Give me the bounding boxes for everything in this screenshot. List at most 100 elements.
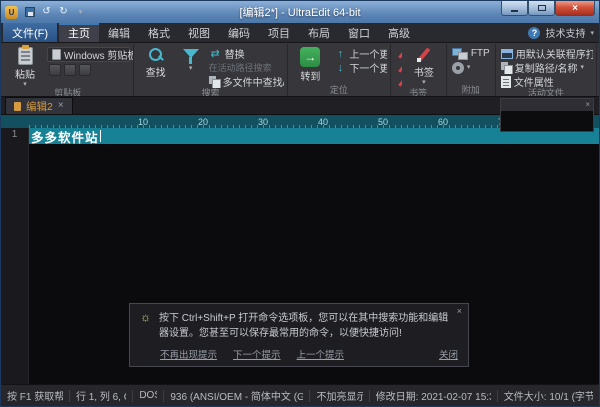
lightbulb-icon: ☼ — [140, 311, 151, 323]
tip-message: 按下 Ctrl+Shift+P 打开命令选项板，您可以在其中搜索功能和编辑器设置… — [159, 311, 458, 341]
arrow-down-icon: ↓ — [334, 62, 346, 74]
ribbon-group-clipboard: 粘贴 ▾ Windows 剪贴板 ▾ 剪贴板 — [3, 44, 134, 96]
bookmark-mini-icon — [396, 77, 400, 87]
document-tab-label: 编辑2 — [26, 99, 53, 114]
find-button[interactable]: 查找 — [137, 45, 175, 88]
bookmarks-button[interactable]: 书签 ▾ — [405, 45, 443, 88]
gear-icon — [452, 62, 464, 74]
tab-format[interactable]: 格式 — [139, 23, 179, 42]
arrow-up-icon: ↑ — [334, 48, 346, 60]
open-with-default-button[interactable]: 用默认关联程序打开 — [499, 47, 593, 60]
replace-button[interactable]: ⇄ 替换 — [207, 47, 285, 60]
previous-change-button[interactable]: ↑ 上一个更改 — [332, 47, 386, 60]
tab-window[interactable]: 窗口 — [339, 23, 379, 42]
tab-advanced[interactable]: 高级 — [379, 23, 419, 42]
delete-button[interactable] — [79, 64, 91, 76]
status-highlight-dropdown[interactable]: 不加亮显示 ▾ — [316, 388, 362, 403]
copy-path-name-label: 复制路径/名称 — [515, 61, 578, 74]
group-label-bookmarks: 书签 — [394, 88, 443, 96]
status-modified-date: 修改日期: 2021-02-07 15:31:26 — [376, 388, 491, 403]
docked-panel-body — [501, 111, 593, 131]
tab-view[interactable]: 视图 — [179, 23, 219, 42]
chevron-down-icon: ▾ — [467, 65, 471, 71]
ftp-button[interactable]: FTP ▾ — [450, 47, 492, 60]
status-divider — [132, 390, 133, 402]
qat-customize-chevron-icon[interactable]: ▾ — [74, 6, 87, 19]
next-tip-link[interactable]: 下一个提示 — [233, 347, 281, 361]
minimize-button[interactable] — [501, 1, 528, 16]
goto-button[interactable]: → 转到 — [291, 45, 329, 85]
clipboard-mini-icon — [52, 49, 61, 60]
save-button[interactable] — [23, 6, 36, 19]
find-replace-in-files-button[interactable]: 多文件中查找/替换 — [207, 75, 285, 88]
bookmark-mini-icon — [396, 49, 400, 59]
docked-panel[interactable]: × — [500, 98, 594, 132]
chevron-down-icon: ▾ — [580, 65, 584, 71]
tab-layout[interactable]: 布局 — [299, 23, 339, 42]
multi-file-icon — [209, 76, 220, 87]
copy-path-name-button[interactable]: 复制路径/名称 ▾ — [499, 61, 593, 74]
bookmark-icon — [416, 47, 431, 63]
tab-project[interactable]: 项目 — [259, 23, 299, 42]
ruler-mark: 40 — [269, 117, 329, 127]
clipboard-mini-buttons — [47, 63, 130, 77]
app-icon[interactable]: U — [5, 6, 18, 19]
tab-coding[interactable]: 编码 — [219, 23, 259, 42]
tab-home[interactable]: 主页 — [59, 23, 99, 42]
ftp-icon — [452, 48, 468, 60]
paste-button[interactable]: 粘贴 ▾ — [6, 45, 44, 88]
copy-sheets-icon — [501, 62, 512, 73]
redo-button[interactable]: ↻ — [57, 6, 70, 19]
status-caret-position: 行 1, 列 6, C0 — [76, 388, 126, 403]
status-help: 按 F1 获取帮助 — [7, 388, 63, 403]
chevron-down-icon[interactable]: ▾ — [590, 29, 594, 37]
tip-close-icon[interactable]: × — [457, 307, 462, 316]
chevron-down-icon: ▾ — [189, 66, 193, 72]
search-icon — [148, 47, 164, 63]
previous-tip-link[interactable]: 上一个提示 — [297, 347, 345, 361]
bookmark-mini-icon — [396, 63, 400, 73]
quick-access-toolbar: ↺ ↻ ▾ — [23, 6, 87, 19]
extras-tools-button[interactable]: ▾ — [450, 61, 492, 74]
maximize-button[interactable] — [528, 1, 555, 16]
search-active-path-button[interactable]: 在活动路径搜索 — [207, 61, 285, 74]
status-file-size: 文件大小: 10/1 (字节/行) — [504, 388, 593, 403]
dont-show-again-link[interactable]: 不再出现提示 — [160, 347, 217, 361]
status-encoding-dropdown[interactable]: 936 (ANSI/OEM - 简体中文 (GBK)) ▾ — [170, 388, 303, 403]
funnel-icon — [182, 47, 200, 65]
ruler-mark: 10 — [89, 117, 149, 127]
group-label-navigate: 定位 — [291, 85, 386, 96]
bookmark-prev-button[interactable] — [394, 61, 402, 74]
close-tip-link[interactable]: 关闭 — [439, 347, 458, 361]
support-label[interactable]: 技术支持 — [545, 25, 585, 40]
ruler-mark: 60 — [389, 117, 449, 127]
close-button[interactable]: × — [555, 1, 595, 16]
cut-button[interactable] — [49, 64, 61, 76]
status-line-ending[interactable]: DOS — [139, 390, 157, 401]
tab-close-icon[interactable]: × — [58, 101, 64, 111]
ribbon: 粘贴 ▾ Windows 剪贴板 ▾ 剪贴板 — [1, 43, 599, 97]
windows-clipboard-dropdown[interactable]: Windows 剪贴板 ▾ — [47, 47, 130, 62]
undo-button[interactable]: ↺ — [40, 6, 53, 19]
filter-button[interactable]: ▾ — [178, 45, 204, 88]
tab-file[interactable]: 文件(F) — [3, 23, 57, 42]
replace-label: 替换 — [225, 47, 245, 60]
ribbon-group-active-file: 用默认关联程序打开 复制路径/名称 ▾ 文件属性 活动文件 — [496, 44, 597, 96]
copy-button[interactable] — [64, 64, 76, 76]
ftp-label: FTP — [471, 48, 490, 59]
bookmark-next-button[interactable] — [394, 75, 402, 88]
file-properties-button[interactable]: 文件属性 — [499, 75, 593, 88]
tab-edit[interactable]: 编辑 — [99, 23, 139, 42]
windows-clipboard-label: Windows 剪贴板 — [64, 47, 134, 62]
bookmark-add-button[interactable] — [394, 47, 402, 60]
chevron-down-icon: ▾ — [422, 80, 426, 86]
next-change-button[interactable]: ↓ 下一个更改 — [332, 61, 386, 74]
ribbon-group-search: 查找 ▾ ⇄ 替换 在活动路径搜索 多文件中查找/替换 — [134, 44, 289, 96]
help-icon[interactable]: ? — [528, 27, 540, 39]
ruler-mark: 20 — [149, 117, 209, 127]
panel-close-icon[interactable]: × — [585, 101, 590, 109]
document-tab[interactable]: 编辑2 × — [5, 97, 73, 114]
line-number: 1 — [1, 129, 28, 140]
line-number-gutter: 1 — [1, 128, 29, 384]
ribbon-group-bookmarks: 书签 ▾ 书签 — [391, 44, 447, 96]
